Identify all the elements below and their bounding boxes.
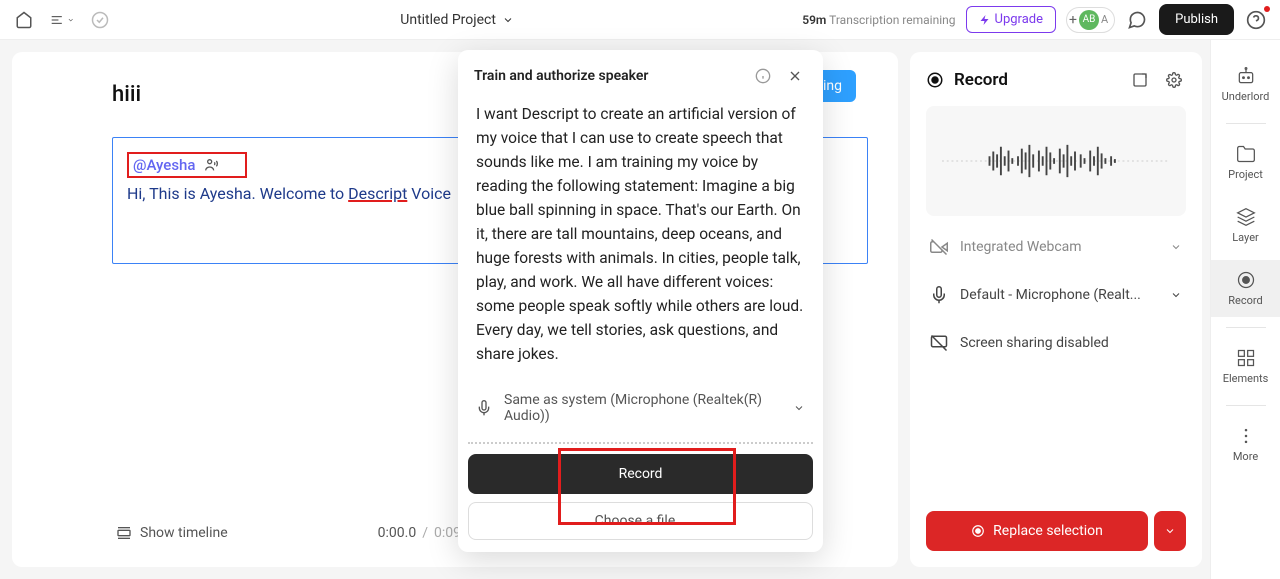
sidebar-label: Record [1228, 294, 1262, 307]
time-separator: / [422, 525, 428, 541]
transcription-remaining: 59m Transcription remaining [802, 13, 955, 27]
upgrade-button[interactable]: Upgrade [966, 6, 1056, 33]
mic-icon [930, 286, 948, 304]
show-timeline-button[interactable]: Show timeline [116, 525, 228, 541]
sidebar-item-more[interactable]: More [1211, 416, 1280, 473]
check-circle-icon[interactable] [88, 8, 112, 32]
collaborator-group[interactable]: + AB A [1066, 7, 1115, 33]
chevron-down-icon [502, 14, 514, 26]
webcam-label: Integrated Webcam [960, 239, 1158, 255]
layer-icon [1236, 207, 1256, 227]
chevron-down-icon [1170, 289, 1182, 301]
info-icon[interactable] [751, 64, 775, 88]
record-icon [1236, 270, 1256, 290]
close-icon[interactable] [783, 64, 807, 88]
modal-mic-label: Same as system (Microphone (Realtek(R) A… [504, 392, 781, 424]
speaker-name: @Ayesha [133, 156, 195, 174]
modal-mic-selector[interactable]: Same as system (Microphone (Realtek(R) A… [458, 380, 823, 436]
bolt-icon [979, 14, 991, 26]
screen-label: Screen sharing disabled [960, 335, 1182, 351]
comment-icon[interactable] [1125, 8, 1149, 32]
topbar-right: 59m Transcription remaining Upgrade + AB… [802, 4, 1268, 35]
screenshare-selector[interactable]: Screen sharing disabled [926, 326, 1186, 360]
sidebar-label: Layer [1232, 231, 1259, 244]
sidebar-item-underlord[interactable]: Underlord [1211, 56, 1280, 113]
home-icon[interactable] [12, 8, 36, 32]
show-timeline-label: Show timeline [140, 525, 228, 541]
publish-button[interactable]: Publish [1159, 4, 1234, 35]
record-panel: Record Integrated Webcam Default [910, 40, 1210, 579]
divider [1226, 405, 1266, 406]
record-dot-icon [926, 71, 944, 89]
camera-off-icon [930, 238, 948, 256]
microphone-selector[interactable]: Default - Microphone (Realt... [926, 278, 1186, 312]
sidebar-label: Elements [1223, 372, 1269, 385]
sidebar-label: More [1233, 450, 1258, 463]
current-time: 0:00.0 [378, 525, 417, 541]
replace-label: Replace selection [993, 523, 1103, 539]
chevron-down-icon [1170, 241, 1182, 253]
script-suffix: Voice [407, 184, 451, 203]
speaker-icon [203, 157, 219, 173]
project-title: Untitled Project [400, 12, 496, 28]
help-icon[interactable] [1244, 8, 1268, 32]
divider [468, 442, 813, 444]
upgrade-label: Upgrade [995, 12, 1043, 27]
sidebar-item-record[interactable]: Record [1211, 260, 1280, 317]
menu-icon[interactable] [50, 8, 74, 32]
sidebar-label: Underlord [1222, 90, 1270, 103]
train-speaker-modal: Train and authorize speaker I want Descr… [458, 50, 823, 552]
avatar: AB [1079, 10, 1099, 30]
sidebar-item-elements[interactable]: Elements [1211, 338, 1280, 395]
replace-dropdown[interactable] [1154, 511, 1186, 551]
right-sidebar: Underlord Project Layer Record Elements … [1210, 40, 1280, 579]
screen-off-icon [930, 334, 948, 352]
topbar-left [12, 8, 112, 32]
record-icon [971, 524, 985, 538]
record-card: Record Integrated Webcam Default [910, 52, 1202, 567]
transcription-time: 59m [802, 13, 826, 27]
mic-label: Default - Microphone (Realt... [960, 287, 1158, 303]
replace-selection-button[interactable]: Replace selection [926, 511, 1148, 551]
chevron-down-icon [793, 402, 805, 414]
settings-icon[interactable] [1162, 68, 1186, 92]
divider [1226, 327, 1266, 328]
script-prefix: Hi, This is Ayesha. Welcome to [127, 184, 348, 203]
plus-icon: + [1069, 12, 1077, 28]
modal-header: Train and authorize speaker [458, 50, 823, 102]
chevron-down-icon [1164, 525, 1176, 537]
record-header: Record [926, 68, 1186, 92]
record-title: Record [954, 70, 1118, 90]
notification-dot [1264, 6, 1270, 12]
more-icon [1236, 426, 1256, 446]
transcription-label: Transcription remaining [829, 13, 955, 27]
speaker-tag[interactable]: @Ayesha [127, 152, 247, 178]
popout-icon[interactable] [1128, 68, 1152, 92]
replace-row: Replace selection [926, 511, 1186, 551]
divider [1226, 123, 1266, 124]
waveform-icon [942, 136, 1170, 186]
ai-icon [1236, 66, 1256, 86]
top-bar: Untitled Project 59m Transcription remai… [0, 0, 1280, 40]
sidebar-item-layer[interactable]: Layer [1211, 197, 1280, 254]
modal-choose-file-button[interactable]: Choose a file... [468, 502, 813, 540]
modal-body-text: I want Descript to create an artificial … [458, 102, 823, 380]
timeline-icon [116, 525, 132, 541]
sidebar-label: Project [1228, 168, 1263, 181]
sidebar-item-project[interactable]: Project [1211, 134, 1280, 191]
modal-record-button[interactable]: Record [468, 454, 813, 494]
folder-icon [1236, 144, 1256, 164]
elements-icon [1236, 348, 1256, 368]
waveform-preview [926, 106, 1186, 216]
avatar-letter: A [1101, 13, 1108, 26]
modal-buttons: Record Choose a file... [458, 454, 823, 552]
script-underlined: Descript [348, 184, 407, 203]
webcam-selector[interactable]: Integrated Webcam [926, 230, 1186, 264]
project-title-dropdown[interactable]: Untitled Project [120, 12, 794, 28]
mic-icon [476, 400, 492, 416]
modal-title: Train and authorize speaker [474, 68, 743, 84]
